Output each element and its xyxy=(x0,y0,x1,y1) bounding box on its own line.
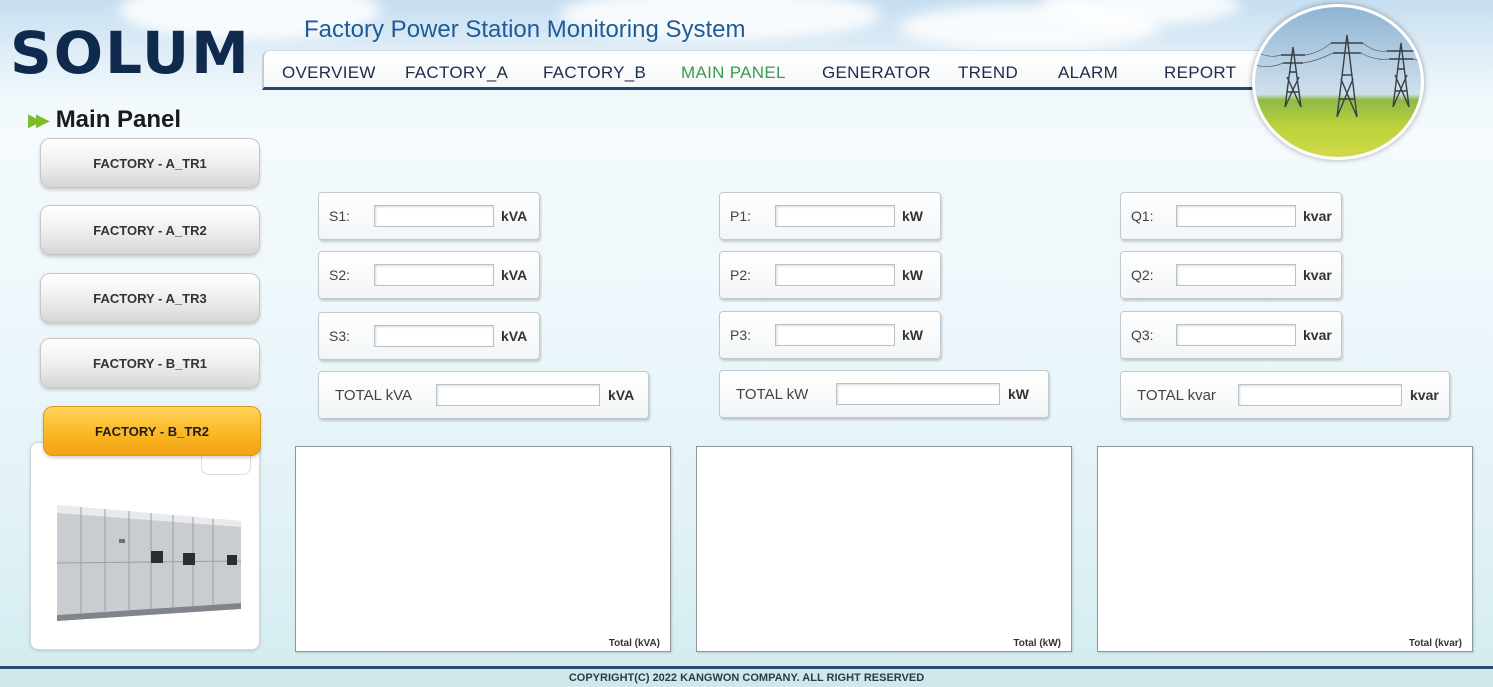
section-title: ▶▶ Main Panel xyxy=(28,106,181,134)
nav-factory-a[interactable]: FACTORY_A xyxy=(405,63,508,83)
field-label-q2: Q2: xyxy=(1131,267,1154,283)
nav-alarm[interactable]: ALARM xyxy=(1058,63,1118,83)
field-total-kvar: TOTAL kvar kvar xyxy=(1120,371,1450,419)
nav-report[interactable]: REPORT xyxy=(1164,63,1236,83)
unit-p1: kW xyxy=(902,208,923,224)
unit-s1: kVA xyxy=(501,208,528,224)
input-p2[interactable] xyxy=(775,264,895,286)
transformer-button-a-tr3[interactable]: FACTORY - A_TR3 xyxy=(40,273,260,323)
section-title-text: Main Panel xyxy=(55,106,182,133)
nav-trend[interactable]: TREND xyxy=(958,63,1018,83)
field-s1: S1: kVA xyxy=(318,192,540,240)
app-title: Factory Power Station Monitoring System xyxy=(304,16,746,43)
nav-factory-b[interactable]: FACTORY_B xyxy=(543,63,646,83)
field-p2: P2: kW xyxy=(719,251,941,299)
chart-total-kvar: Total (kvar) xyxy=(1097,446,1473,652)
unit-p3: kW xyxy=(902,327,923,343)
field-total-kva: TOTAL kVA kVA xyxy=(318,371,649,419)
unit-q3: kvar xyxy=(1303,327,1332,343)
field-label-total-kw: TOTAL kW xyxy=(736,385,809,403)
input-total-kw[interactable] xyxy=(836,383,1000,405)
power-tower-image xyxy=(1252,4,1424,160)
field-label-s3: S3: xyxy=(329,328,351,344)
field-label-q1: Q1: xyxy=(1131,208,1154,224)
field-label-p2: P2: xyxy=(730,267,752,283)
chart-total-kw: Total (kW) xyxy=(696,446,1072,652)
transformer-button-b-tr2[interactable]: FACTORY - B_TR2 xyxy=(43,406,261,456)
field-label-s1: S1: xyxy=(329,208,351,224)
unit-total-kw: kW xyxy=(1008,386,1029,402)
unit-q2: kvar xyxy=(1303,267,1332,283)
nav-overview[interactable]: OVERVIEW xyxy=(282,63,376,83)
field-p1: P1: kW xyxy=(719,192,941,240)
field-label-total-kvar: TOTAL kvar xyxy=(1137,386,1216,404)
field-label-p3: P3: xyxy=(730,327,752,343)
footer-copyright: COPYRIGHT(C) 2022 KANGWON COMPANY. ALL R… xyxy=(0,666,1493,687)
nav-generator[interactable]: GENERATOR xyxy=(822,63,931,83)
chart-caption-kva: Total (kVA) xyxy=(608,638,660,649)
nav-main-panel[interactable]: MAIN PANEL xyxy=(681,63,786,83)
input-p1[interactable] xyxy=(775,205,895,227)
field-label-s2: S2: xyxy=(329,267,351,283)
unit-s2: kVA xyxy=(501,267,528,283)
input-q2[interactable] xyxy=(1176,264,1296,286)
field-s2: S2: kVA xyxy=(318,251,540,299)
input-s1[interactable] xyxy=(374,205,494,227)
field-label-total-kva: TOTAL kVA xyxy=(335,386,412,404)
input-s2[interactable] xyxy=(374,264,494,286)
input-s3[interactable] xyxy=(374,325,494,347)
input-p3[interactable] xyxy=(775,324,895,346)
field-label-p1: P1: xyxy=(730,208,752,224)
input-total-kvar[interactable] xyxy=(1238,384,1402,406)
main-nav: OVERVIEW FACTORY_A FACTORY_B MAIN PANEL … xyxy=(262,50,1262,90)
field-s3: S3: kVA xyxy=(318,312,540,360)
field-q2: Q2: kvar xyxy=(1120,251,1342,299)
field-p3: P3: kW xyxy=(719,311,941,359)
field-label-q3: Q3: xyxy=(1131,327,1154,343)
unit-total-kva: kVA xyxy=(608,387,635,403)
input-total-kva[interactable] xyxy=(436,384,600,406)
unit-s3: kVA xyxy=(501,328,528,344)
input-q3[interactable] xyxy=(1176,324,1296,346)
transformer-button-a-tr2[interactable]: FACTORY - A_TR2 xyxy=(40,205,260,255)
field-q3: Q3: kvar xyxy=(1120,311,1342,359)
unit-p2: kW xyxy=(902,267,923,283)
panel-image-card xyxy=(30,442,260,650)
unit-q1: kvar xyxy=(1303,208,1332,224)
unit-total-kvar: kvar xyxy=(1410,387,1439,403)
chart-caption-kw: Total (kW) xyxy=(1013,638,1061,649)
transformer-button-b-tr1[interactable]: FACTORY - B_TR1 xyxy=(40,338,260,388)
chart-total-kva: Total (kVA) xyxy=(295,446,671,652)
field-total-kw: TOTAL kW kW xyxy=(719,370,1049,418)
solum-logo: SOLUM xyxy=(10,19,251,87)
input-q1[interactable] xyxy=(1176,205,1296,227)
transformer-panel: FACTORY - A_TR1 FACTORY - A_TR2 FACTORY … xyxy=(28,134,262,652)
double-arrow-icon: ▶▶ xyxy=(28,109,50,130)
field-q1: Q1: kvar xyxy=(1120,192,1342,240)
chart-caption-kvar: Total (kvar) xyxy=(1408,638,1462,649)
transformer-button-a-tr1[interactable]: FACTORY - A_TR1 xyxy=(40,138,260,188)
